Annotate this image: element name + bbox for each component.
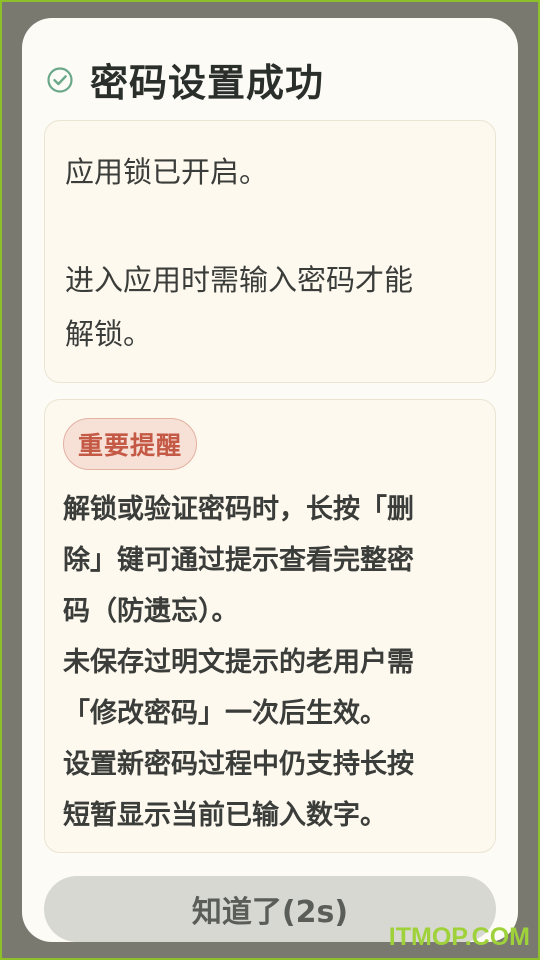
- check-circle-icon: [46, 66, 74, 94]
- tip-text: 解锁或验证密码时，长按「删 除」键可通过提示查看完整密 码（防遗忘）。 未保存过…: [63, 484, 477, 841]
- tip-line: 「修改密码」一次后生效。: [63, 698, 387, 729]
- tip-line: 短暂显示当前已输入数字。: [63, 800, 387, 831]
- watermark-logo: ITMOP.COM: [388, 923, 530, 951]
- tip-line: 码（防遗忘）。: [63, 596, 239, 627]
- info-card: 应用锁已开启。 进入应用时需输入密码才能 解锁。: [44, 120, 496, 383]
- info-line-1: 应用锁已开启。: [65, 155, 269, 189]
- info-line-3: 解锁。: [65, 317, 153, 351]
- tip-line: 解锁或验证密码时，长按「删: [63, 494, 414, 525]
- tip-line: 未保存过明文提示的老用户需: [63, 647, 414, 678]
- important-badge: 重要提醒: [63, 418, 198, 470]
- tip-line: 除」键可通过提示查看完整密: [63, 545, 414, 576]
- tip-line: 设置新密码过程中仍支持长按: [63, 749, 414, 780]
- info-line-2: 进入应用时需输入密码才能: [65, 263, 414, 297]
- dialog-title: 密码设置成功: [90, 61, 325, 105]
- dialog-header: 密码设置成功: [46, 52, 324, 107]
- important-tip-card: 重要提醒 解锁或验证密码时，长按「删 除」键可通过提示查看完整密 码（防遗忘）。…: [44, 399, 496, 853]
- success-dialog: 密码设置成功 应用锁已开启。 进入应用时需输入密码才能 解锁。 重要提醒 解锁或…: [22, 18, 518, 942]
